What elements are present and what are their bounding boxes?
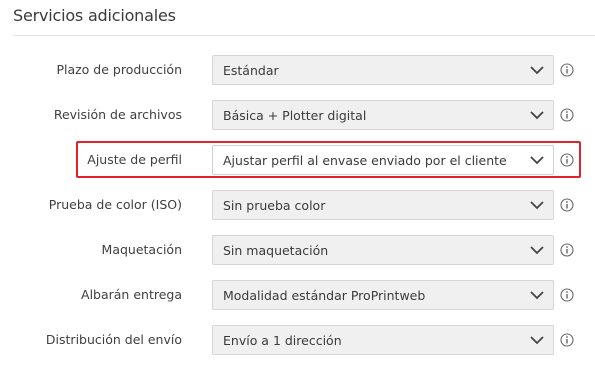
field-label: Maquetación (101, 242, 182, 257)
maquetacion-select[interactable]: Sin maquetación (212, 235, 554, 265)
distribucion-envio-select[interactable]: Envío a 1 dirección (212, 325, 554, 355)
albaran-entrega-select[interactable]: Modalidad estándar ProPrintweb (212, 280, 554, 310)
field-label: Distribución del envío (45, 332, 182, 347)
chevron-down-icon (530, 291, 544, 300)
select-value: Envío a 1 dirección (223, 333, 342, 348)
info-icon[interactable] (560, 288, 574, 302)
form-row-revision-archivos: Revisión de archivos Básica + Plotter di… (0, 100, 595, 130)
field-label: Revisión de archivos (53, 107, 182, 122)
info-icon[interactable] (560, 63, 574, 77)
info-icon[interactable] (560, 198, 574, 212)
chevron-down-icon (530, 246, 544, 255)
form-row-plazo-produccion: Plazo de producción Estándar (0, 55, 595, 85)
chevron-down-icon (530, 201, 544, 210)
form-row-maquetacion: Maquetación Sin maquetación (0, 235, 595, 265)
section-title: Servicios adicionales (13, 6, 176, 25)
select-value: Básica + Plotter digital (223, 108, 367, 123)
field-label: Plazo de producción (56, 62, 182, 77)
info-icon[interactable] (560, 333, 574, 347)
prueba-color-select[interactable]: Sin prueba color (212, 190, 554, 220)
chevron-down-icon (530, 111, 544, 120)
field-label: Prueba de color (ISO) (48, 197, 182, 212)
info-icon[interactable] (560, 243, 574, 257)
section-divider (13, 35, 595, 36)
select-value: Modalidad estándar ProPrintweb (223, 288, 426, 303)
form-row-distribucion-envio: Distribución del envío Envío a 1 direcci… (0, 325, 595, 355)
select-value: Sin maquetación (223, 243, 329, 258)
chevron-down-icon (530, 336, 544, 345)
select-value: Sin prueba color (223, 198, 326, 213)
form-row-albaran-entrega: Albarán entrega Modalidad estándar ProPr… (0, 280, 595, 310)
field-label: Albarán entrega (81, 287, 182, 302)
chevron-down-icon (530, 66, 544, 75)
info-icon[interactable] (560, 108, 574, 122)
highlight-box (76, 141, 581, 178)
revision-archivos-select[interactable]: Básica + Plotter digital (212, 100, 554, 130)
form-row-prueba-color: Prueba de color (ISO) Sin prueba color (0, 190, 595, 220)
plazo-produccion-select[interactable]: Estándar (212, 55, 554, 85)
select-value: Estándar (223, 63, 279, 78)
